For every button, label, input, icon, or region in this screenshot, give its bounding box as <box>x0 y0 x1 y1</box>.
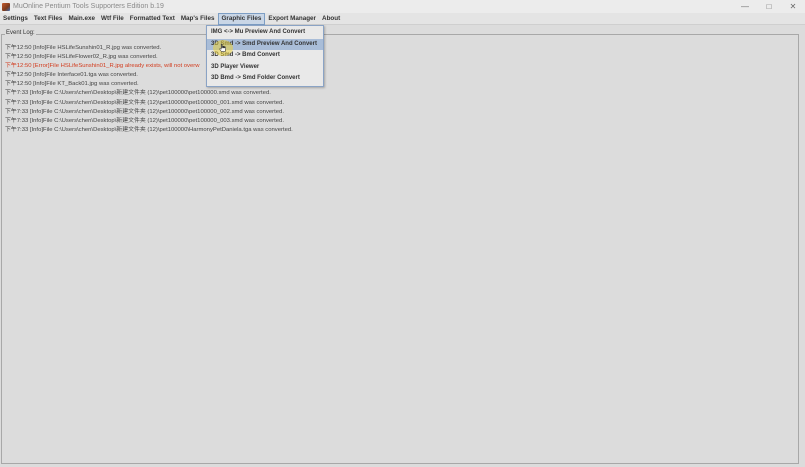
title-bar: MuOnline Pentium Tools Supporters Editio… <box>0 0 805 13</box>
log-line: 下午7:33 [Info]File C:\Users\chen\Desktop\… <box>5 90 271 97</box>
menu-item-3d-player-viewer[interactable]: 3D Player Viewer <box>207 62 323 74</box>
menu-item-bmd-smd-folder-convert[interactable]: 3D Bmd -> Smd Folder Convert <box>207 73 323 85</box>
event-log-panel: Event Log: 下午12:50 [Info]File HSLifeSuns… <box>1 30 799 464</box>
menu-settings[interactable]: Settings <box>0 13 31 25</box>
minimize-button[interactable]: — <box>733 0 757 13</box>
close-button[interactable]: ✕ <box>781 0 805 13</box>
maximize-button[interactable]: □ <box>757 0 781 13</box>
menu-item-img-mu-preview-convert[interactable]: IMG <-> Mu Preview And Convert <box>207 27 323 39</box>
window-title: MuOnline Pentium Tools Supporters Editio… <box>13 3 164 10</box>
menu-export-manager[interactable]: Export Manager <box>265 13 319 25</box>
event-log-title: Event Log: <box>5 30 36 36</box>
menu-formatted-text[interactable]: Formatted Text <box>127 13 178 25</box>
menu-main-exe[interactable]: Main.exe <box>65 13 98 25</box>
menu-maps-files[interactable]: Map's Files <box>178 13 218 25</box>
log-line: 下午7:33 [Info]File C:\Users\chen\Desktop\… <box>5 108 284 115</box>
log-line: 下午7:33 [Info]File C:\Users\chen\Desktop\… <box>5 126 293 133</box>
log-line: 下午7:33 [Info]File C:\Users\chen\Desktop\… <box>5 117 284 124</box>
mouse-pointer-icon <box>219 43 226 52</box>
app-logo-icon <box>2 2 10 11</box>
menu-about[interactable]: About <box>319 13 343 25</box>
window-controls: — □ ✕ <box>733 0 805 13</box>
log-line: 下午7:33 [Info]File C:\Users\chen\Desktop\… <box>5 99 284 106</box>
menu-wtf-file[interactable]: Wtf File <box>98 13 127 25</box>
menu-graphic-files[interactable]: Graphic Files <box>217 12 266 25</box>
menu-text-files[interactable]: Text Files <box>31 13 66 25</box>
menu-bar: Settings Text Files Main.exe Wtf File Fo… <box>0 12 805 25</box>
